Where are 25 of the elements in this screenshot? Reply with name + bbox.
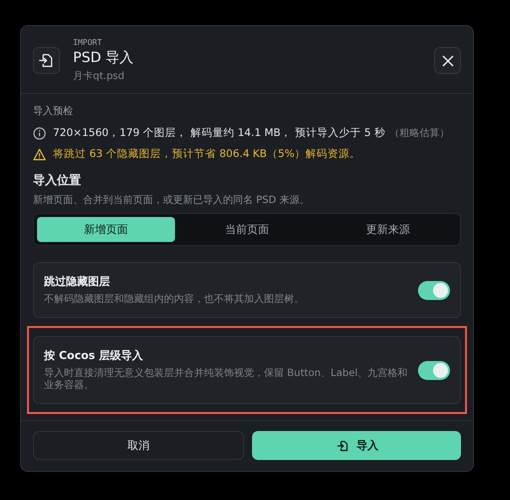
file-import-icon: [33, 47, 60, 74]
import-button[interactable]: 导入: [252, 431, 461, 460]
section-heading: 导入预检: [33, 104, 74, 118]
section-description: 新增页面、合并到当前页面，或更新已导入的同名 PSD 来源。: [33, 194, 310, 207]
close-button[interactable]: [434, 47, 461, 74]
toggle-switch[interactable]: [418, 360, 450, 380]
option-description: 导入时直接清理无意义包装层并合并纯装饰视觉，保留 Button、Label、九宫格和业务容器。: [44, 368, 409, 392]
eyebrow-label: IMPORT: [73, 38, 103, 47]
estimate-note: （粗略估算）: [389, 127, 450, 140]
location-tab[interactable]: 新增页面: [37, 217, 175, 242]
option-title: 按 Cocos 层级导入: [44, 348, 144, 363]
preview-info: 720×1560，179 个图层， 解码量约 14.1 MB， 预计导入少于 5 秒: [53, 126, 386, 140]
option-title: 跳过隐藏图层: [44, 274, 111, 289]
warning-icon: [33, 148, 46, 160]
section-heading: 导入位置: [33, 172, 82, 189]
close-icon: [442, 54, 454, 66]
warning-text: 将跳过 63 个隐藏图层，预计节省 806.4 KB（5%）解码资源。: [53, 147, 361, 161]
location-tab[interactable]: 当前页面: [178, 217, 316, 242]
cancel-button[interactable]: 取消: [33, 431, 244, 460]
location-tab[interactable]: 更新来源: [319, 217, 457, 242]
dialog-title: PSD 导入: [73, 49, 135, 67]
option-description: 不解码隐藏图层和隐藏组内的内容，也不将其加入图层树。: [44, 294, 305, 306]
file-name: 月卡qt.psd: [73, 70, 126, 83]
info-icon: [33, 126, 46, 140]
toggle-switch[interactable]: [418, 280, 450, 300]
